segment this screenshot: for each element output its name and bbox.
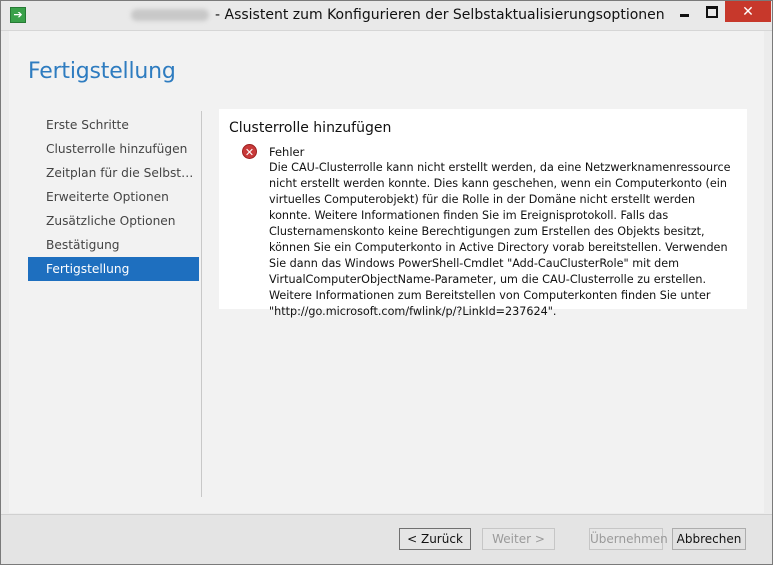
close-icon: ✕ bbox=[742, 3, 754, 20]
page-title: Fertigstellung bbox=[28, 59, 176, 84]
title-bar[interactable]: ➔ - Assistent zum Konfigurieren der Selb… bbox=[1, 1, 772, 31]
result-panel: Clusterrolle hinzufügen ✕ Fehler Die CAU… bbox=[219, 109, 747, 318]
button-bar: < Zurück Weiter > Übernehmen Abbrechen bbox=[1, 514, 772, 564]
wizard-content: Fertigstellung Erste Schritte Clusterrol… bbox=[9, 31, 764, 513]
window-title: - Assistent zum Konfigurieren der Selbst… bbox=[131, 7, 665, 25]
cancel-button[interactable]: Abbrechen bbox=[672, 528, 746, 550]
minimize-icon bbox=[680, 14, 689, 17]
nav-divider bbox=[201, 111, 202, 497]
maximize-icon bbox=[705, 5, 718, 18]
next-button: Weiter > bbox=[482, 528, 555, 550]
redacted-cluster-name bbox=[131, 9, 209, 21]
apply-button: Übernehmen bbox=[589, 528, 668, 550]
nav-item-erste-schritte[interactable]: Erste Schritte bbox=[28, 113, 199, 137]
nav-item-clusterrolle[interactable]: Clusterrolle hinzufügen bbox=[28, 137, 199, 161]
wizard-steps-nav: Erste Schritte Clusterrolle hinzufügen Z… bbox=[28, 113, 199, 281]
error-message: Die CAU-Clusterrolle kann nicht erstellt… bbox=[269, 161, 731, 318]
app-icon: ➔ bbox=[10, 7, 26, 23]
section-title: Clusterrolle hinzufügen bbox=[229, 120, 392, 136]
close-button[interactable]: ✕ bbox=[725, 1, 771, 22]
maximize-button[interactable] bbox=[698, 1, 725, 22]
nav-item-bestaetigung[interactable]: Bestätigung bbox=[28, 233, 199, 257]
nav-item-erweiterte-optionen[interactable]: Erweiterte Optionen bbox=[28, 185, 199, 209]
nav-item-zeitplan[interactable]: Zeitplan für die Selbstaktualisierung bbox=[28, 161, 199, 185]
window-title-text: - Assistent zum Konfigurieren der Selbst… bbox=[215, 7, 665, 23]
wizard-window: ➔ - Assistent zum Konfigurieren der Selb… bbox=[0, 0, 773, 565]
nav-item-fertigstellung[interactable]: Fertigstellung bbox=[28, 257, 199, 281]
error-label: Fehler bbox=[269, 145, 305, 159]
error-icon: ✕ bbox=[242, 144, 257, 159]
nav-item-zusaetzliche-optionen[interactable]: Zusätzliche Optionen bbox=[28, 209, 199, 233]
back-button[interactable]: < Zurück bbox=[399, 528, 471, 550]
minimize-button[interactable] bbox=[671, 1, 698, 22]
